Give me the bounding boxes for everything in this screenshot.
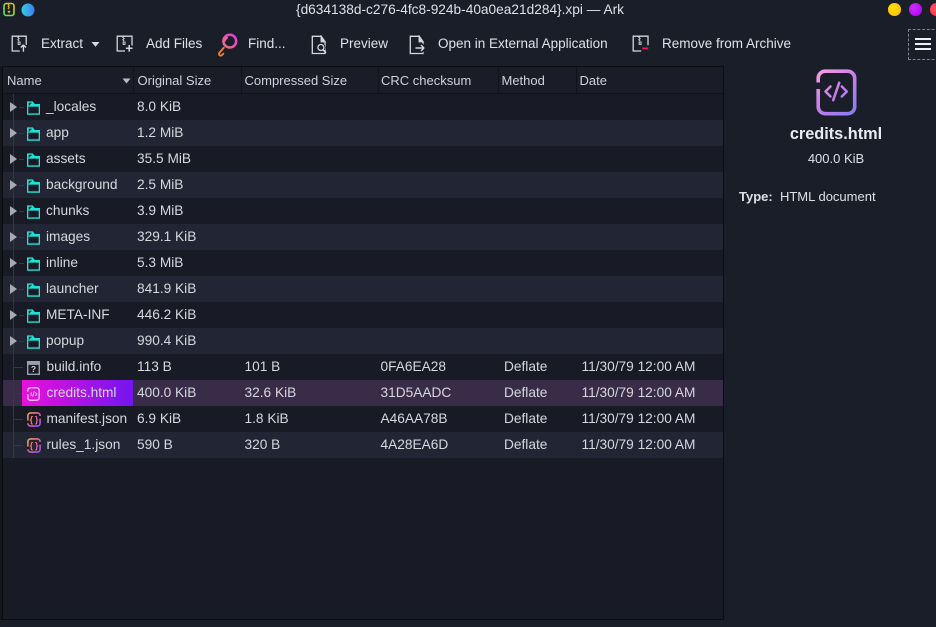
svg-text:{ }: { } bbox=[29, 441, 38, 451]
svg-text:{ }: { } bbox=[29, 415, 38, 425]
svg-text:?: ? bbox=[31, 364, 36, 374]
